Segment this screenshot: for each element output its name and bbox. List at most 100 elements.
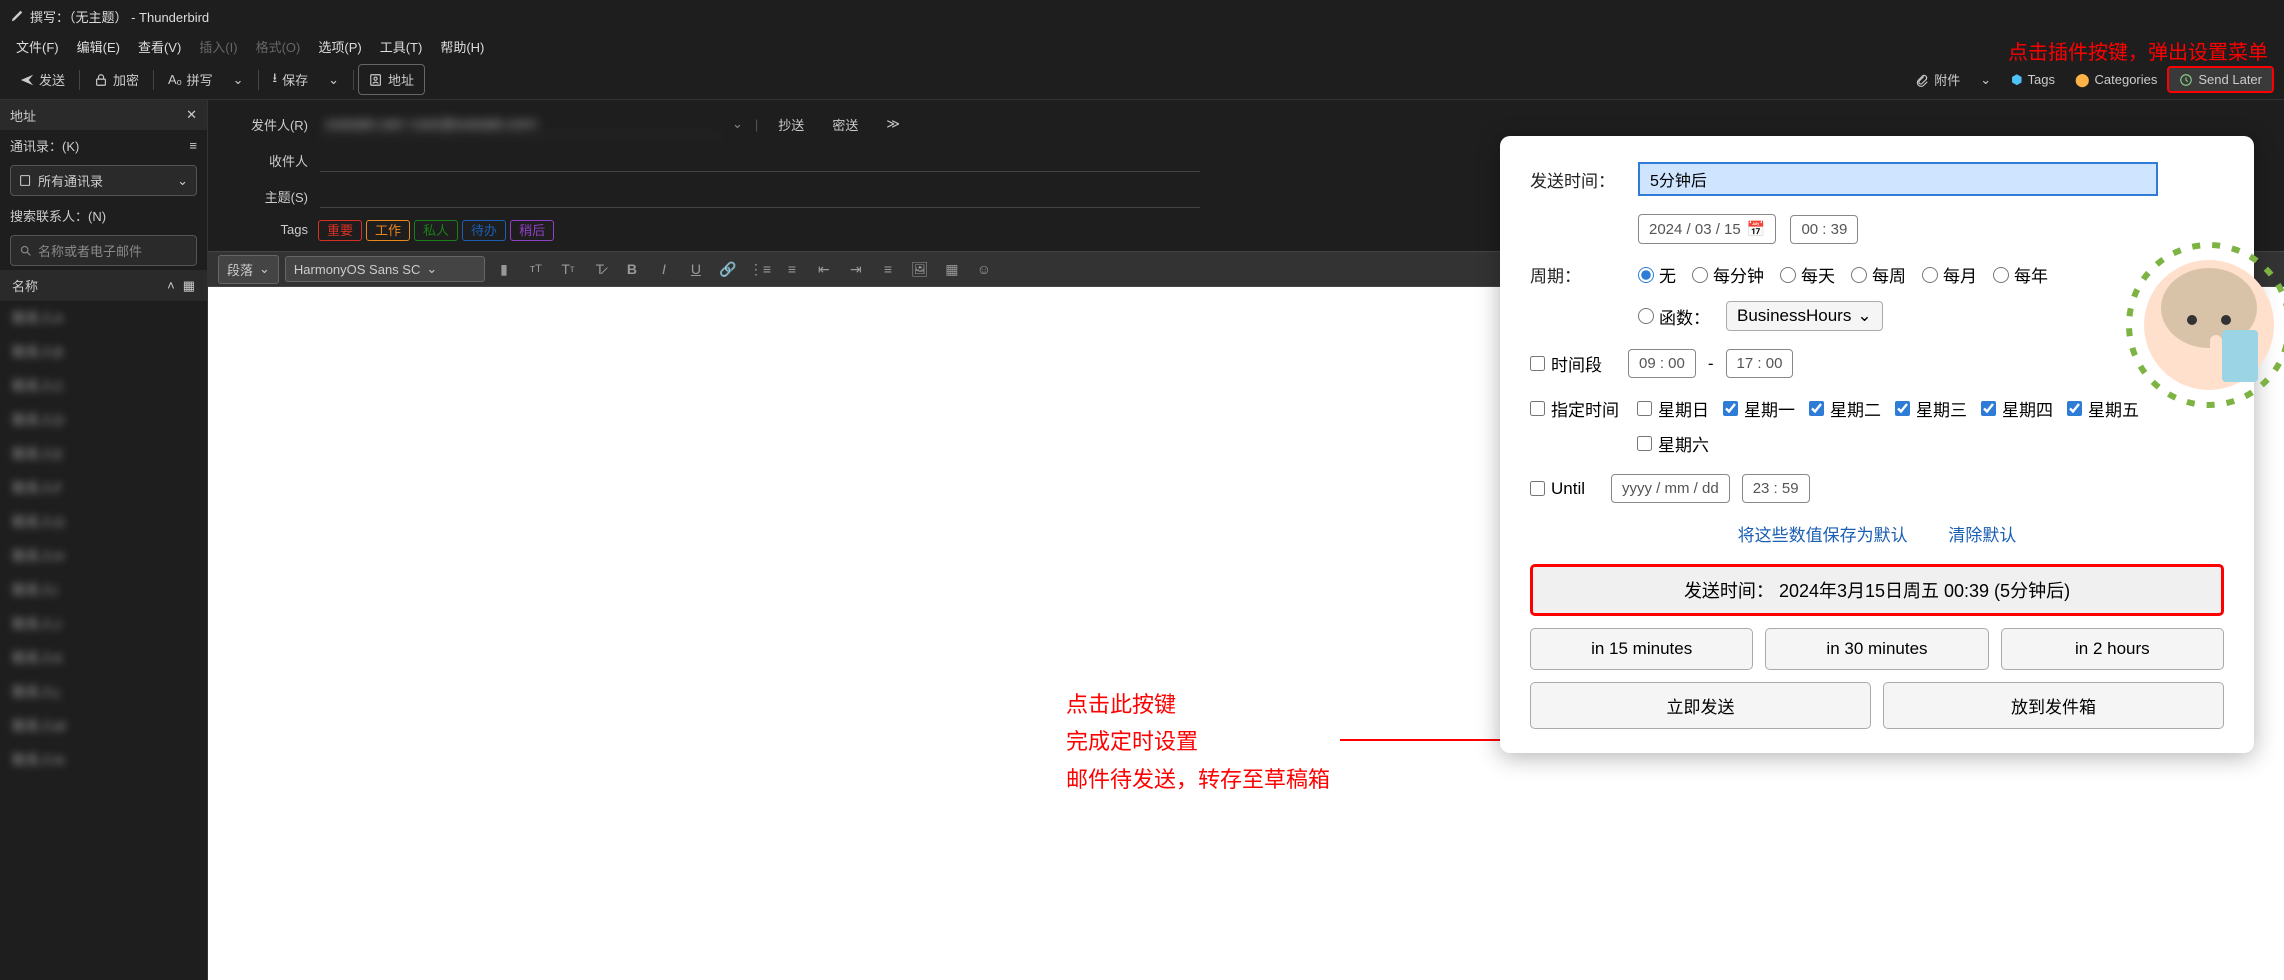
quick-15min-button[interactable]: in 15 minutes (1530, 628, 1753, 670)
tag-待办[interactable]: 待办 (462, 220, 506, 241)
italic-icon[interactable]: I (651, 256, 677, 282)
sort-icon[interactable]: ˄ (167, 278, 175, 294)
menu-insert[interactable]: 插入(I) (191, 33, 245, 60)
contact-item[interactable]: 联系人N (0, 743, 207, 777)
cc-button[interactable]: 抄送 (770, 115, 812, 134)
save-defaults-link[interactable]: 将这些数值保存为默认 (1738, 526, 1908, 545)
subject-field[interactable] (320, 184, 1200, 208)
cycle-radio-4[interactable]: 每月 (1922, 262, 1977, 287)
tag-稍后[interactable]: 稍后 (510, 220, 554, 241)
indent-icon[interactable]: ⇥ (843, 256, 869, 282)
outdent-icon[interactable]: ⇤ (811, 256, 837, 282)
more-recipients-icon[interactable]: ≫ (878, 116, 908, 132)
close-icon[interactable]: ✕ (186, 107, 197, 123)
address-button[interactable]: 地址 (358, 64, 425, 95)
contact-item[interactable]: 联系人D (0, 403, 207, 437)
contact-item[interactable]: 联系人I (0, 573, 207, 607)
bold-icon[interactable]: B (619, 256, 645, 282)
range-to-input[interactable]: 17 : 00 (1726, 349, 1794, 378)
until-date-input[interactable]: yyyy / mm / dd (1611, 474, 1730, 503)
name-column-header[interactable]: 名称 ˄ ▦ (0, 270, 207, 301)
date-input[interactable]: 2024 / 03 / 15📅 (1638, 214, 1776, 244)
menu-view[interactable]: 查看(V) (130, 33, 189, 60)
columns-icon[interactable]: ▦ (183, 278, 195, 294)
menu-tools[interactable]: 工具(T) (372, 33, 431, 60)
time-input[interactable]: 00 : 39 (1790, 215, 1858, 244)
day-checkbox-6[interactable]: 星期六 (1637, 431, 1709, 456)
dropdown-icon[interactable]: ⌄ (318, 67, 349, 93)
to-field[interactable] (320, 148, 1200, 172)
spell-button[interactable]: Aₒ 拼写 (158, 65, 223, 94)
tag-私人[interactable]: 私人 (414, 220, 458, 241)
day-checkbox-4[interactable]: 星期四 (1981, 396, 2053, 421)
contact-item[interactable]: 联系人G (0, 505, 207, 539)
bcc-button[interactable]: 密送 (824, 115, 866, 134)
cycle-radio-function[interactable]: 函数： (1638, 304, 1710, 329)
menu-file[interactable]: 文件(F) (8, 33, 67, 60)
save-button[interactable]: ⭳ 保存 (263, 64, 319, 96)
dropdown-icon[interactable]: ⌄ (1970, 67, 2001, 93)
contact-item[interactable]: 联系人C (0, 369, 207, 403)
categories-button[interactable]: ⬤ Categories (2065, 67, 2167, 93)
paragraph-select[interactable]: 段落⌄ (218, 255, 279, 284)
table-icon[interactable]: ▦ (939, 256, 965, 282)
send-now-button[interactable]: 立即发送 (1530, 682, 1871, 729)
put-in-outbox-button[interactable]: 放到发件箱 (1883, 682, 2224, 729)
number-list-icon[interactable]: ≡ (779, 256, 805, 282)
hamburger-icon[interactable]: ≡ (189, 138, 197, 153)
color-icon[interactable]: ▮ (491, 256, 517, 282)
contact-item[interactable]: 联系人B (0, 335, 207, 369)
contact-item[interactable]: 联系人M (0, 709, 207, 743)
menu-format[interactable]: 格式(O) (248, 33, 309, 60)
tag-工作[interactable]: 工作 (366, 220, 410, 241)
contact-item[interactable]: 联系人K (0, 641, 207, 675)
cycle-radio-1[interactable]: 每分钟 (1692, 262, 1764, 287)
quick-2hours-button[interactable]: in 2 hours (2001, 628, 2224, 670)
day-checkbox-2[interactable]: 星期二 (1809, 396, 1881, 421)
bullet-list-icon[interactable]: ⋮≡ (747, 256, 773, 282)
contact-item[interactable]: 联系人J (0, 607, 207, 641)
day-checkbox-5[interactable]: 星期五 (2067, 396, 2139, 421)
timerange-checkbox[interactable]: 时间段 (1530, 351, 1602, 376)
attach-button[interactable]: 附件 (1905, 65, 1970, 94)
link-icon[interactable]: 🔗 (715, 256, 741, 282)
chevron-down-icon[interactable]: ⌄ (732, 116, 743, 132)
quick-30min-button[interactable]: in 30 minutes (1765, 628, 1988, 670)
days-checkbox[interactable]: 指定时间 (1530, 396, 1619, 421)
clear-defaults-link[interactable]: 清除默认 (1948, 526, 2016, 545)
cycle-radio-3[interactable]: 每周 (1851, 262, 1906, 287)
contact-item[interactable]: 联系人L (0, 675, 207, 709)
font-select[interactable]: HarmonyOS Sans SC⌄ (285, 256, 485, 282)
align-icon[interactable]: ≡ (875, 256, 901, 282)
font-size-down-icon[interactable]: ᴛT (523, 256, 549, 282)
underline-icon[interactable]: U (683, 256, 709, 282)
send-at-input[interactable] (1638, 162, 2158, 196)
cycle-radio-5[interactable]: 每年 (1993, 262, 2048, 287)
contact-item[interactable]: 联系人F (0, 471, 207, 505)
contact-item[interactable]: 联系人E (0, 437, 207, 471)
cycle-radio-2[interactable]: 每天 (1780, 262, 1835, 287)
day-checkbox-0[interactable]: 星期日 (1637, 396, 1709, 421)
day-checkbox-3[interactable]: 星期三 (1895, 396, 1967, 421)
contact-item[interactable]: 联系人H (0, 539, 207, 573)
cycle-radio-0[interactable]: 无 (1638, 262, 1676, 287)
emoji-icon[interactable]: ☺ (971, 256, 997, 282)
menu-edit[interactable]: 编辑(E) (69, 33, 128, 60)
day-checkbox-1[interactable]: 星期一 (1723, 396, 1795, 421)
until-time-input[interactable]: 23 : 59 (1742, 474, 1810, 503)
menu-help[interactable]: 帮助(H) (432, 33, 492, 60)
dropdown-icon[interactable]: ⌄ (223, 67, 254, 93)
menu-options[interactable]: 选项(P) (310, 33, 369, 60)
send-later-button[interactable]: Send Later (2167, 66, 2274, 93)
font-size-up-icon[interactable]: Tᴛ (555, 256, 581, 282)
tag-重要[interactable]: 重要 (318, 220, 362, 241)
encrypt-button[interactable]: 加密 (84, 65, 149, 94)
range-from-input[interactable]: 09 : 00 (1628, 349, 1696, 378)
contact-search-input[interactable]: 名称或者电子邮件 (10, 235, 197, 266)
addressbook-select[interactable]: 所有通讯录 ⌄ (10, 165, 197, 196)
clear-format-icon[interactable]: T̷ (587, 256, 613, 282)
confirm-send-button[interactable]: 发送时间： 2024年3月15日周五 00:39 (5分钟后) (1530, 564, 2224, 616)
send-button[interactable]: 发送 (10, 65, 75, 94)
image-icon[interactable]: 🖼 (907, 256, 933, 282)
until-checkbox[interactable]: Until (1530, 479, 1585, 499)
